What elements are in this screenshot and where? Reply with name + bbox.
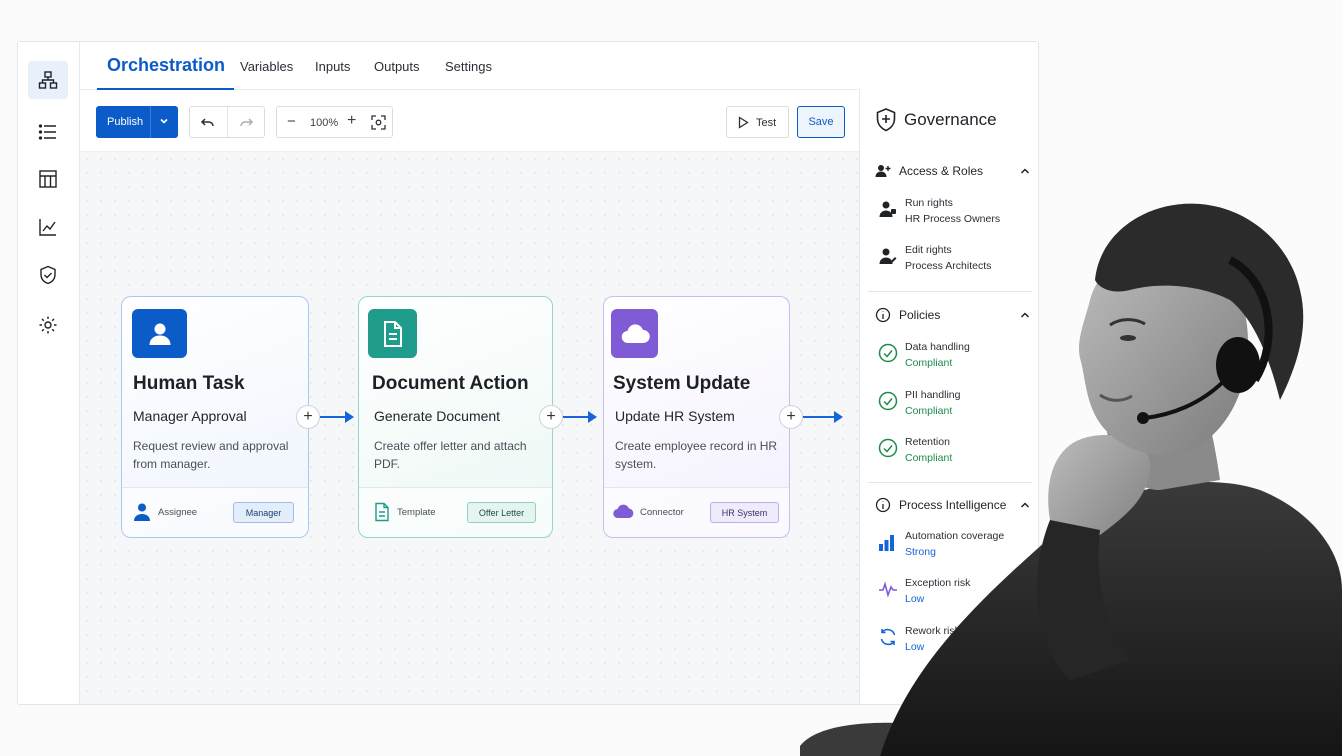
marketing-scene: Orchestration Variables Inputs Outputs S… [0,0,1342,756]
card-footer: Assignee Manager [122,487,308,537]
system-update-card[interactable]: System Update Update HR System Create em… [603,296,790,538]
save-button[interactable]: Save [797,106,845,138]
connector-arrow [563,411,597,423]
template-pill[interactable]: Offer Letter [467,502,536,523]
connector-pill[interactable]: HR System [710,502,779,523]
footer-label: Assignee [158,507,198,518]
rail-flow-button[interactable] [28,61,68,99]
history-divider [227,107,228,137]
rail-list-button[interactable] [28,113,68,151]
panel-title: Governance [904,110,997,129]
zoom-group: − 100% + [276,106,393,138]
card-footer: Connector HR System [604,487,789,537]
card-title: Human Task [133,373,245,394]
add-user-icon [875,165,891,177]
tab-settings[interactable]: Settings [445,42,492,90]
tab-inputs[interactable]: Inputs [315,42,350,90]
card-description: Create offer letter and attach PDF. [374,439,527,471]
zoom-in-icon[interactable]: + [347,112,356,130]
test-label: Test [756,117,777,129]
add-step-button[interactable]: + [539,405,563,429]
tab-outputs[interactable]: Outputs [374,42,420,90]
play-icon [738,116,749,129]
card-icon-tile [132,309,187,358]
card-description: Request review and approval from manager… [133,439,289,471]
zoom-value: 100% [310,117,339,129]
workflow-canvas[interactable]: Human Task Manager Approval Request revi… [80,152,860,704]
tab-orchestration[interactable]: Orchestration [97,42,235,90]
user-icon [149,323,170,345]
chevron-up-icon[interactable] [1019,165,1031,177]
shield-plus-icon [876,108,896,132]
card-icon-tile [611,309,658,358]
shield-icon [40,265,56,285]
list-icon [38,124,56,140]
test-button[interactable]: Test [726,106,789,138]
card-subtitle: Update HR System [615,408,735,424]
section-title: Access & Roles [899,164,984,178]
rail-shield-button[interactable] [28,256,68,294]
chart-icon [39,219,56,236]
access-roles-header[interactable]: Access & Roles [875,161,1031,181]
footer-label: Template [397,507,436,518]
card-title: Document Action [372,373,529,394]
tab-bar: Orchestration Variables Inputs Outputs S… [80,42,858,90]
rail-chart-button[interactable] [28,208,68,246]
rail-settings-button[interactable] [28,306,68,344]
publish-divider [150,106,151,138]
undo-icon[interactable] [200,115,216,131]
cloud-icon [621,323,650,343]
left-rail [18,42,80,704]
person-icon [134,503,150,521]
card-description: Create employee record in HR system. [615,439,778,471]
document-icon [383,320,402,347]
zoom-out-icon[interactable]: − [287,113,296,130]
fit-screen-icon[interactable] [371,115,386,130]
assignee-pill[interactable]: Manager [233,502,294,523]
document-action-card[interactable]: Document Action Generate Document Create… [358,296,553,538]
redo-icon[interactable] [238,115,254,131]
document-icon [375,502,389,522]
card-title: System Update [613,373,751,394]
publish-label: Publish [107,116,144,128]
card-subtitle: Manager Approval [133,408,247,424]
chevron-down-icon[interactable] [158,115,170,127]
table-icon [39,170,57,188]
flow-icon [38,71,58,89]
card-icon-tile [368,309,417,358]
publish-button[interactable]: Publish [96,106,178,138]
history-group [189,106,265,138]
rail-table-button[interactable] [28,160,68,198]
tab-variables[interactable]: Variables [240,42,293,90]
footer-label: Connector [640,507,684,518]
connector-arrow [320,411,354,423]
gear-icon [39,316,57,334]
human-task-card[interactable]: Human Task Manager Approval Request revi… [121,296,309,538]
cloud-icon [613,504,634,519]
person-photo [800,203,1342,756]
add-step-button[interactable]: + [296,405,320,429]
canvas-toolbar: Publish − 100% + Test Save [80,90,860,152]
card-subtitle: Generate Document [374,408,501,424]
card-footer: Template Offer Letter [359,487,552,537]
